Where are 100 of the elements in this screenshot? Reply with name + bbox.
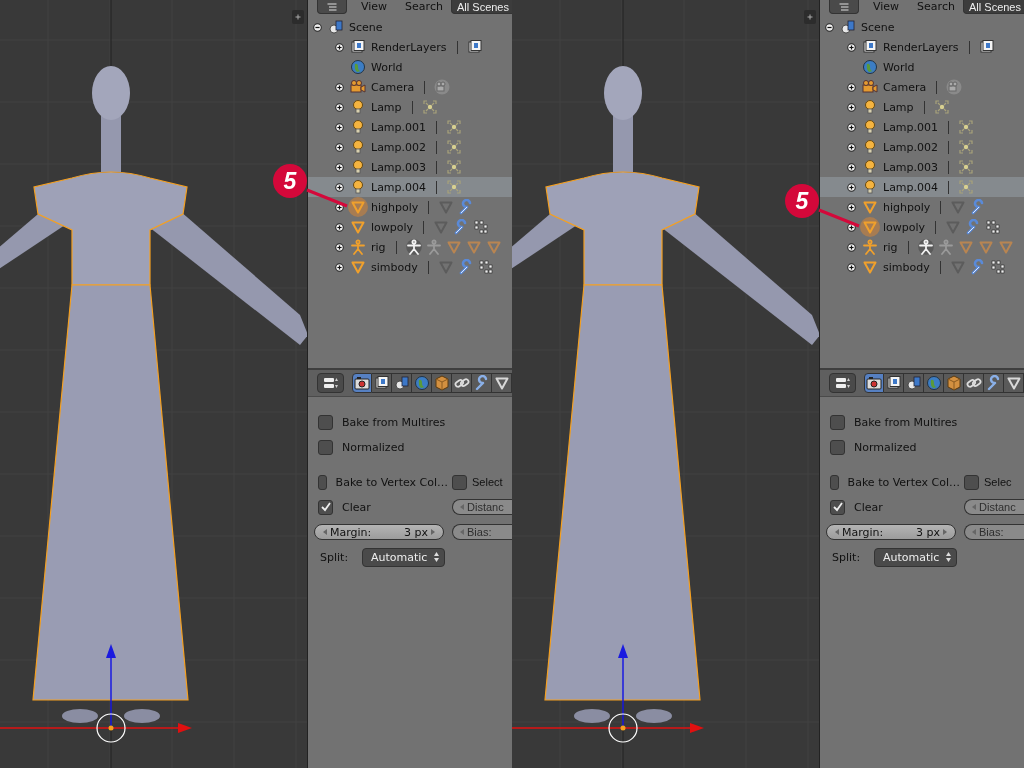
expand-icon[interactable] — [846, 101, 857, 113]
number-field[interactable]: Margin: 3 px — [826, 524, 956, 540]
add-tab-button[interactable] — [804, 10, 816, 24]
checkbox[interactable] — [830, 474, 839, 490]
expand-icon[interactable] — [334, 81, 345, 93]
item-label: highpoly — [371, 200, 419, 214]
expand-icon[interactable] — [846, 261, 857, 273]
item-label: Lamp.004 — [371, 180, 427, 194]
properties-tab[interactable] — [984, 373, 1004, 393]
outliner-item[interactable]: lowpoly — [820, 217, 1024, 237]
wrench-icon — [969, 259, 986, 275]
expand-icon[interactable] — [846, 181, 857, 193]
split-dropdown[interactable]: Automatic — [874, 547, 957, 567]
checkbox[interactable] — [452, 474, 467, 490]
outliner-item[interactable]: simbody — [308, 257, 512, 277]
expand-icon[interactable] — [334, 161, 345, 173]
properties-tab[interactable] — [884, 373, 904, 393]
menu-item[interactable]: Search — [405, 1, 443, 13]
expand-icon[interactable] — [334, 221, 345, 233]
properties-tab[interactable] — [472, 373, 492, 393]
expand-icon[interactable] — [334, 181, 345, 193]
outliner-item[interactable]: Lamp.002 — [308, 137, 512, 157]
triangle-icon — [862, 259, 878, 275]
expand-icon[interactable] — [334, 261, 345, 273]
collapse-icon[interactable] — [824, 21, 835, 33]
expand-icon[interactable] — [846, 241, 857, 253]
properties-tab[interactable] — [452, 373, 472, 393]
expand-icon[interactable] — [846, 121, 857, 133]
outliner-item[interactable]: lowpoly — [308, 217, 512, 237]
outliner-item[interactable]: Lamp.001 — [308, 117, 512, 137]
scene-selector[interactable]: All Scenes — [451, 0, 512, 14]
checkbox[interactable] — [318, 499, 333, 515]
outliner-item[interactable]: Lamp — [820, 97, 1024, 117]
menu-item[interactable]: View — [873, 1, 900, 13]
checkbox[interactable] — [964, 474, 979, 490]
crosshair-icon — [958, 159, 975, 175]
checkbox[interactable] — [830, 414, 845, 430]
outliner-item[interactable]: highpoly — [820, 197, 1024, 217]
properties-tab[interactable] — [1004, 373, 1024, 393]
outliner-item[interactable]: Lamp — [308, 97, 512, 117]
add-tab-button[interactable] — [292, 10, 304, 24]
outliner-item[interactable]: Scene — [308, 17, 512, 37]
triangle-icon — [1005, 375, 1022, 391]
expand-icon[interactable] — [334, 101, 345, 113]
expand-icon[interactable] — [334, 41, 345, 53]
outliner-item[interactable]: Lamp.003 — [308, 157, 512, 177]
camera-icon — [434, 79, 451, 95]
checkbox[interactable] — [318, 439, 333, 455]
outliner-item[interactable]: simbody — [820, 257, 1024, 277]
menu-item[interactable]: Search — [917, 1, 955, 13]
properties-tab[interactable] — [864, 373, 884, 393]
editor-type-button[interactable] — [317, 373, 344, 393]
outliner-item[interactable]: Camera — [308, 77, 512, 97]
expand-icon[interactable] — [334, 121, 345, 133]
properties-tab[interactable] — [492, 373, 512, 393]
outliner-item[interactable]: Lamp.003 — [820, 157, 1024, 177]
expand-icon[interactable] — [334, 241, 345, 253]
expand-icon[interactable] — [846, 161, 857, 173]
outliner-item[interactable]: RenderLayers — [308, 37, 512, 57]
expand-icon[interactable] — [846, 221, 857, 233]
outliner-item[interactable]: highpoly — [308, 197, 512, 217]
editor-type-button[interactable] — [829, 373, 856, 393]
crosshair-icon — [421, 99, 438, 115]
outliner-item[interactable]: Scene — [820, 17, 1024, 37]
expand-icon[interactable] — [334, 201, 345, 213]
properties-tab[interactable] — [372, 373, 392, 393]
properties-tab[interactable] — [904, 373, 924, 393]
outliner-item[interactable]: World — [820, 57, 1024, 77]
outliner-item[interactable]: Lamp.001 — [820, 117, 1024, 137]
split-dropdown[interactable]: Automatic — [362, 547, 445, 567]
triangle-icon — [350, 199, 366, 215]
menu-item[interactable]: View — [361, 1, 388, 13]
plus-icon — [806, 13, 814, 21]
outliner-item[interactable]: Lamp.004 — [308, 177, 512, 197]
checkbox[interactable] — [318, 414, 333, 430]
expand-icon[interactable] — [846, 201, 857, 213]
triangle-icon — [862, 219, 878, 235]
checkbox[interactable] — [830, 499, 845, 515]
number-field[interactable]: Margin: 3 px — [314, 524, 444, 540]
expand-icon[interactable] — [846, 141, 857, 153]
expand-icon[interactable] — [846, 41, 857, 53]
outliner-item[interactable]: Lamp.002 — [820, 137, 1024, 157]
outliner-item[interactable]: Lamp.004 — [820, 177, 1024, 197]
expand-icon[interactable] — [846, 81, 857, 93]
outliner-item[interactable]: rig — [820, 237, 1024, 257]
outliner-item[interactable]: Camera — [820, 77, 1024, 97]
checkbox[interactable] — [830, 439, 845, 455]
properties-tab[interactable] — [392, 373, 412, 393]
properties-tab[interactable] — [964, 373, 984, 393]
expand-icon[interactable] — [334, 141, 345, 153]
scene-selector[interactable]: All Scenes — [963, 0, 1024, 14]
globe-icon — [925, 375, 942, 391]
globe-icon — [413, 375, 430, 391]
stick-figure-icon — [937, 239, 954, 255]
checkbox[interactable] — [318, 474, 327, 490]
outliner-item[interactable]: rig — [308, 237, 512, 257]
properties-tab[interactable] — [352, 373, 372, 393]
outliner-item[interactable]: World — [308, 57, 512, 77]
outliner-item[interactable]: RenderLayers — [820, 37, 1024, 57]
collapse-icon[interactable] — [312, 21, 323, 33]
